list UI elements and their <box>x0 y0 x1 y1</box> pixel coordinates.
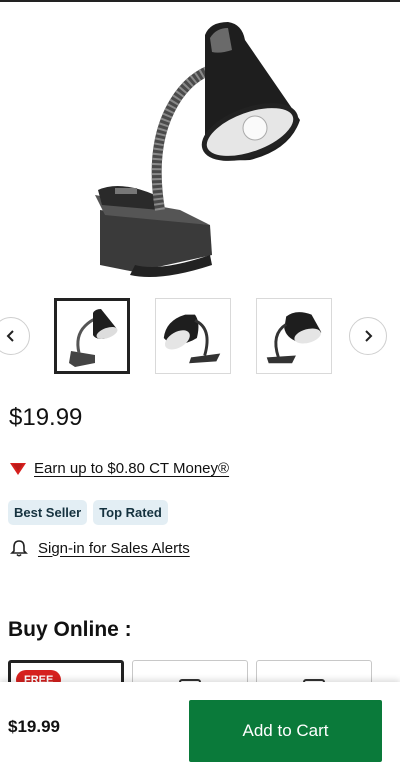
ct-money-row: Earn up to $0.80 CT Money® <box>10 460 229 477</box>
ct-money-link[interactable]: Earn up to $0.80 CT Money® <box>34 460 229 477</box>
top-divider <box>0 0 400 2</box>
chevron-left-icon <box>6 330 14 342</box>
best-seller-badge: Best Seller <box>8 500 88 525</box>
product-main-image[interactable] <box>60 10 350 285</box>
sticky-price: $19.99 <box>8 717 60 736</box>
ct-triangle-icon <box>10 462 26 475</box>
bell-icon <box>10 540 28 557</box>
product-badges: Best Seller Top Rated <box>8 500 168 525</box>
gallery-thumb-1[interactable] <box>54 298 130 374</box>
top-rated-badge: Top Rated <box>93 500 168 525</box>
gallery-thumb-2[interactable] <box>155 298 231 374</box>
sales-alert-row: Sign-in for Sales Alerts <box>10 539 190 557</box>
image-gallery <box>0 290 400 380</box>
gallery-prev-button[interactable] <box>0 317 30 355</box>
add-to-cart-button[interactable]: Add to Cart <box>189 700 382 762</box>
gallery-thumb-3[interactable] <box>256 298 332 374</box>
gallery-next-button[interactable] <box>349 317 387 355</box>
sticky-cart-bar: $19.99 Add to Cart <box>0 682 400 780</box>
sales-alert-link[interactable]: Sign-in for Sales Alerts <box>38 540 190 557</box>
buy-online-title: Buy Online : <box>8 618 132 641</box>
chevron-right-icon <box>365 330 373 342</box>
product-price: $19.99 <box>9 404 83 431</box>
